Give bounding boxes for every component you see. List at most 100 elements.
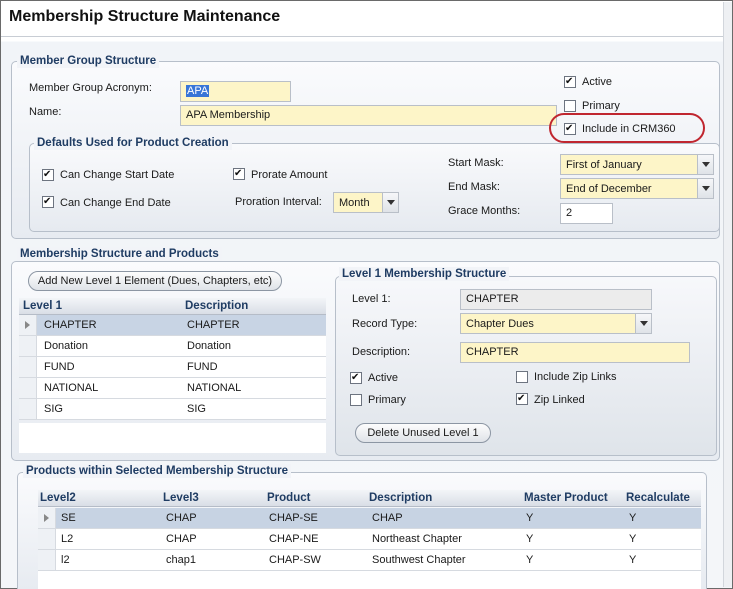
include-zip-links-label: Include Zip Links [534,371,617,383]
cell-description: Donation [187,340,232,352]
proration-interval-label: Proration Interval: [235,196,322,208]
cell-level2: SE [61,512,76,524]
chevron-down-icon[interactable] [697,179,713,198]
structure-title: Membership Structure and Products [17,247,222,261]
table-row[interactable]: FUND FUND [19,357,326,378]
level1-grid-empty-area [19,423,326,453]
start-mask-label: Start Mask: [448,157,504,169]
member-group-title: Member Group Structure [17,54,160,68]
column-header-description[interactable]: Description [185,300,248,312]
cell-description: FUND [187,361,218,373]
can-change-start-checkbox[interactable] [42,169,54,181]
cell-level3: CHAP [166,512,197,524]
level1-active-checkbox[interactable] [350,372,362,384]
acronym-input[interactable]: APA [180,81,291,102]
column-header-master-product[interactable]: Master Product [524,492,608,504]
name-label: Name: [29,106,62,118]
table-row[interactable]: Donation Donation [19,336,326,357]
cell-level3: CHAP [166,533,197,545]
cell-description: NATIONAL [187,382,242,394]
column-header-product[interactable]: Product [267,492,310,504]
cell-level3: chap1 [166,554,196,566]
end-mask-select[interactable]: End of December [560,178,714,199]
crm360-highlight-annotation [549,113,705,143]
column-header-level2[interactable]: Level2 [40,492,76,504]
cell-level2: l2 [61,554,70,566]
row-indicator [38,529,56,549]
cell-master-product: Y [526,512,534,524]
column-header-recalculate[interactable]: Recalculate [626,492,690,504]
cell-level2: L2 [61,533,74,545]
can-change-end-label: Can Change End Date [60,197,171,209]
column-header-level1[interactable]: Level 1 [23,300,62,312]
cell-description: CHAP [372,512,403,524]
can-change-end-checkbox[interactable] [42,196,54,208]
cell-level1: FUND [44,361,75,373]
prorate-checkbox[interactable] [233,168,245,180]
primary-label: Primary [582,100,620,112]
cell-description: SIG [187,403,206,415]
products-title: Products within Selected Membership Stru… [23,464,291,478]
column-header-level3[interactable]: Level3 [163,492,199,504]
column-header-description[interactable]: Description [369,492,432,504]
level1-grid-header: Level 1 Description [19,298,326,315]
cell-product: CHAP-SW [269,554,321,566]
prorate-label: Prorate Amount [251,169,328,181]
cell-recalculate: Y [629,554,637,566]
cell-description: Southwest Chapter [372,554,466,566]
table-row[interactable]: NATIONAL NATIONAL [19,378,326,399]
row-indicator [19,399,37,419]
start-mask-select[interactable]: First of January [560,154,714,175]
end-mask-label: End Mask: [448,181,500,193]
cell-master-product: Y [526,554,534,566]
cell-description: CHAPTER [187,319,240,331]
chevron-down-icon[interactable] [697,155,713,174]
description-label: Description: [352,346,411,358]
cell-recalculate: Y [629,533,637,545]
cell-recalculate: Y [629,512,637,524]
level1-grid: Level 1 Description CHAPTER CHAPTER Dona… [19,298,326,424]
delete-unused-level1-button[interactable]: Delete Unused Level 1 [355,423,491,443]
grace-months-input[interactable]: 2 [560,203,613,224]
record-type-label: Record Type: [352,318,418,330]
proration-interval-select[interactable]: Month [333,192,399,213]
row-indicator-icon [38,508,56,528]
products-grid-empty-area [38,571,701,589]
cell-product: CHAP-NE [269,533,319,545]
chevron-down-icon[interactable] [635,314,651,333]
record-type-select[interactable]: Chapter Dues [460,313,652,334]
vertical-scrollbar[interactable] [723,2,732,587]
chevron-down-icon[interactable] [382,193,398,212]
cell-level1: SIG [44,403,63,415]
row-indicator [38,550,56,570]
primary-checkbox[interactable] [564,100,576,112]
page-title: Membership Structure Maintenance [9,8,281,25]
table-row[interactable]: SIG SIG [19,399,326,420]
add-level1-button[interactable]: Add New Level 1 Element (Dues, Chapters,… [28,271,282,291]
zip-linked-checkbox[interactable] [516,393,528,405]
level1-primary-checkbox[interactable] [350,394,362,406]
table-row[interactable]: L2 CHAP CHAP-NE Northeast Chapter Y Y [38,529,701,550]
defaults-title: Defaults Used for Product Creation [34,136,232,150]
cell-master-product: Y [526,533,534,545]
acronym-label: Member Group Acronym: [29,82,152,94]
table-row[interactable]: CHAPTER CHAPTER [19,315,326,336]
zip-linked-label: Zip Linked [534,394,585,406]
row-indicator [19,336,37,356]
cell-product: CHAP-SE [269,512,318,524]
active-label: Active [582,76,612,88]
cell-level1: Donation [44,340,89,352]
table-row[interactable]: SE CHAP CHAP-SE CHAP Y Y [38,508,701,529]
description-input[interactable]: CHAPTER [460,342,690,363]
name-input[interactable]: APA Membership [180,105,557,126]
include-zip-links-checkbox[interactable] [516,371,528,383]
level1-active-label: Active [368,372,398,384]
level1-title: Level 1 Membership Structure [339,267,510,281]
active-checkbox[interactable] [564,76,576,88]
cell-level1: NATIONAL [44,382,99,394]
can-change-start-label: Can Change Start Date [60,169,175,181]
table-row[interactable]: l2 chap1 CHAP-SW Southwest Chapter Y Y [38,550,701,571]
record-type-value: Chapter Dues [466,318,534,330]
level1-primary-label: Primary [368,394,406,406]
products-grid-header: Level2 Level3 Product Description Master… [38,490,701,507]
